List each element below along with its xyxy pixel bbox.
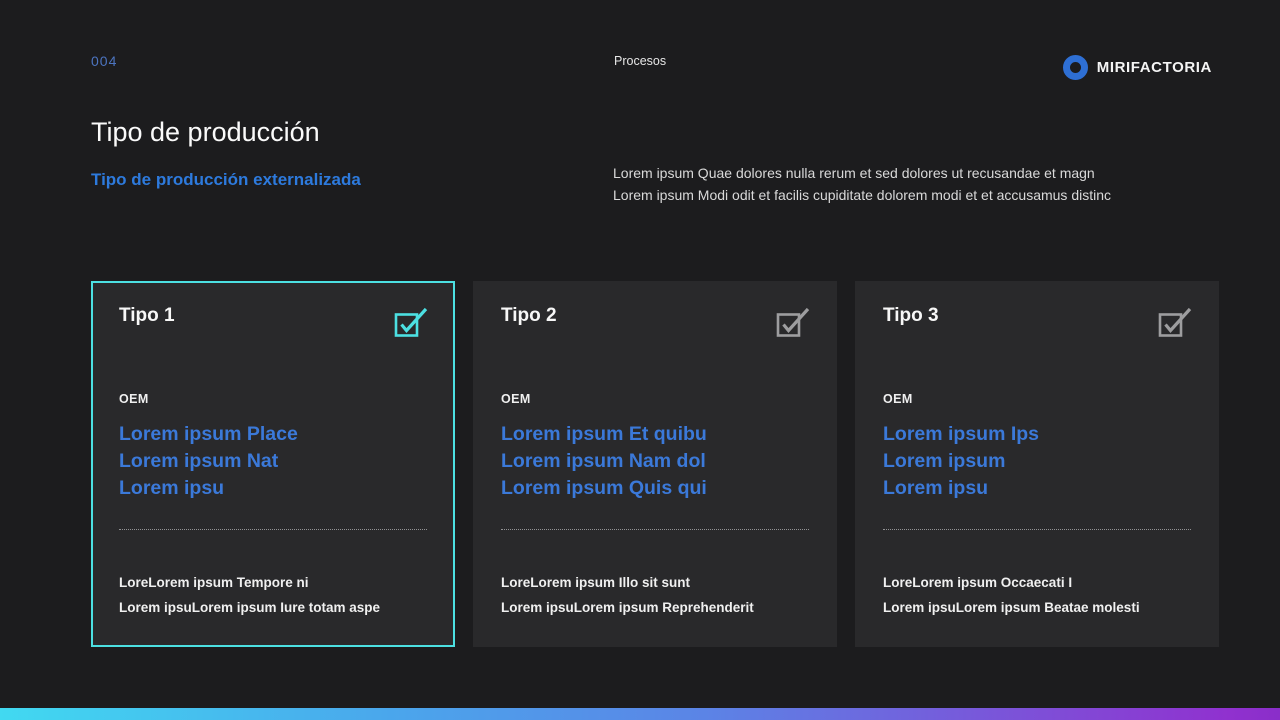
card-header: Tipo 3 xyxy=(883,305,1193,338)
card-title: Tipo 2 xyxy=(501,305,557,327)
card-link[interactable]: Lorem ipsu xyxy=(119,475,429,502)
card-footer: LoreLorem ipsum Tempore ni Lorem ipsuLor… xyxy=(119,571,429,620)
card-links: Lorem ipsum Et quibu Lorem ipsum Nam dol… xyxy=(501,421,811,502)
page-title: Tipo de producción xyxy=(91,117,320,148)
description: Lorem ipsum Quae dolores nulla rerum et … xyxy=(613,163,1111,206)
checkbox-unchecked-icon[interactable] xyxy=(1157,306,1193,338)
breadcrumb: Procesos xyxy=(614,54,666,68)
card-link[interactable]: Lorem ipsum xyxy=(883,448,1193,475)
footer-line: LoreLorem ipsum Tempore ni xyxy=(119,571,429,596)
card-footer: LoreLorem ipsum Illo sit sunt Lorem ipsu… xyxy=(501,571,811,620)
card-footer: LoreLorem ipsum Occaecati I Lorem ipsuLo… xyxy=(883,571,1193,620)
card-link[interactable]: Lorem ipsum Nam dol xyxy=(501,448,811,475)
footer-line: Lorem ipsuLorem ipsum Iure totam aspe xyxy=(119,596,429,621)
card-links: Lorem ipsum Place Lorem ipsum Nat Lorem … xyxy=(119,421,429,502)
divider xyxy=(883,529,1191,530)
brand-name: MIRIFACTORIA xyxy=(1097,59,1212,76)
section-label: OEM xyxy=(501,392,811,406)
card-link[interactable]: Lorem ipsu xyxy=(883,475,1193,502)
card-header: Tipo 2 xyxy=(501,305,811,338)
description-line: Lorem ipsum Quae dolores nulla rerum et … xyxy=(613,163,1111,185)
card-tipo-2[interactable]: Tipo 2 OEM Lorem ipsum Et quibu Lorem ip… xyxy=(473,281,837,647)
card-tipo-3[interactable]: Tipo 3 OEM Lorem ipsum Ips Lorem ipsum L… xyxy=(855,281,1219,647)
footer-line: Lorem ipsuLorem ipsum Reprehenderit xyxy=(501,596,811,621)
slide-procesos: 004 Procesos MIRIFACTORIA Tipo de produc… xyxy=(0,0,1280,720)
checkbox-unchecked-icon[interactable] xyxy=(775,306,811,338)
page-number: 004 xyxy=(91,53,117,69)
bottom-gradient-bar xyxy=(0,708,1280,720)
description-line: Lorem ipsum Modi odit et facilis cupidit… xyxy=(613,185,1111,207)
card-link[interactable]: Lorem ipsum Et quibu xyxy=(501,421,811,448)
footer-line: LoreLorem ipsum Occaecati I xyxy=(883,571,1193,596)
checkbox-checked-icon[interactable] xyxy=(393,306,429,338)
brand-logo-ring-icon xyxy=(1063,55,1088,80)
card-title: Tipo 1 xyxy=(119,305,175,327)
footer-line: LoreLorem ipsum Illo sit sunt xyxy=(501,571,811,596)
card-list: Tipo 1 OEM Lorem ipsum Place Lorem ipsum… xyxy=(91,281,1219,647)
card-header: Tipo 1 xyxy=(119,305,429,338)
divider xyxy=(119,529,427,530)
divider xyxy=(501,529,809,530)
brand: MIRIFACTORIA xyxy=(1063,55,1212,80)
card-link[interactable]: Lorem ipsum Nat xyxy=(119,448,429,475)
card-link[interactable]: Lorem ipsum Ips xyxy=(883,421,1193,448)
card-link[interactable]: Lorem ipsum Place xyxy=(119,421,429,448)
page-subtitle-link[interactable]: Tipo de producción externalizada xyxy=(91,170,361,190)
card-tipo-1[interactable]: Tipo 1 OEM Lorem ipsum Place Lorem ipsum… xyxy=(91,281,455,647)
section-label: OEM xyxy=(119,392,429,406)
section-label: OEM xyxy=(883,392,1193,406)
card-links: Lorem ipsum Ips Lorem ipsum Lorem ipsu xyxy=(883,421,1193,502)
card-link[interactable]: Lorem ipsum Quis qui xyxy=(501,475,811,502)
footer-line: Lorem ipsuLorem ipsum Beatae molesti xyxy=(883,596,1193,621)
card-title: Tipo 3 xyxy=(883,305,939,327)
